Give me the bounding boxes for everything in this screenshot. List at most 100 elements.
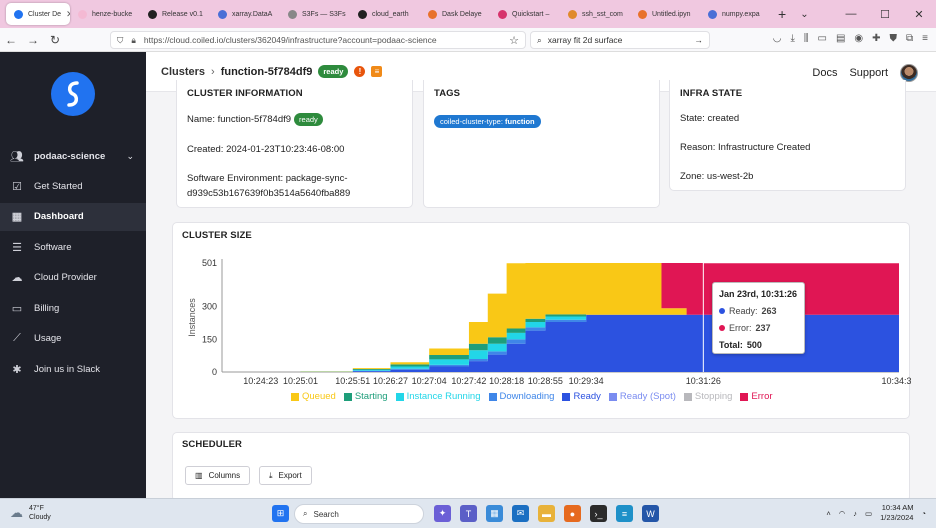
- sidebar-toggle-icon[interactable]: ▭: [817, 33, 826, 44]
- legend-item[interactable]: Stopping: [683, 391, 732, 402]
- legend-item[interactable]: Ready (Spot): [608, 391, 676, 402]
- browser-tab[interactable]: cloud_earth: [350, 3, 420, 25]
- trend-icon: ⟋: [13, 332, 21, 344]
- legend-item[interactable]: Downloading: [488, 391, 554, 402]
- breadcrumb-clusters[interactable]: Clusters: [161, 66, 205, 78]
- maximize-icon[interactable]: ☐: [868, 0, 902, 28]
- tab-label: xarray.DataA: [232, 10, 273, 18]
- reload-icon[interactable]: ↻: [44, 33, 66, 47]
- tab-label: numpy.expa: [722, 10, 760, 18]
- card-icon: ▭: [11, 302, 23, 315]
- legend-item[interactable]: Queued: [291, 391, 336, 402]
- pocket-icon[interactable]: ◡: [773, 33, 782, 44]
- browser-search-box[interactable]: ⌕ xarray fit 2d surface →: [530, 31, 710, 49]
- extension-icon[interactable]: ✚: [872, 33, 880, 44]
- browser-tab[interactable]: henze-bucke: [70, 3, 140, 25]
- cloud-icon: ☁: [11, 272, 23, 284]
- sidebar-item-join-us-in-slack[interactable]: ✱ Join us in Slack: [0, 355, 146, 383]
- sidebar-item-cloud-provider[interactable]: ☁ Cloud Provider: [0, 264, 146, 292]
- forward-icon[interactable]: →: [22, 33, 44, 47]
- legend-item[interactable]: Starting: [343, 391, 388, 402]
- bookmark-star-icon[interactable]: ☆: [509, 34, 519, 47]
- notifications-icon[interactable]: ◔: [921, 509, 926, 518]
- puzzle-icon[interactable]: ⧉: [906, 33, 913, 44]
- firefox-icon[interactable]: ●: [564, 505, 581, 522]
- taskbar-search-icon: ⌕: [303, 509, 308, 518]
- cluster-status-badge: ready: [294, 113, 323, 126]
- grid-icon: ▦: [11, 211, 23, 223]
- account-switcher[interactable]: 👥︎ podaac-science ⌄: [0, 142, 146, 170]
- new-tab-button[interactable]: +: [778, 6, 786, 22]
- search-go-icon[interactable]: →: [695, 35, 704, 45]
- legend-item[interactable]: Instance Running: [395, 391, 481, 402]
- url-bar[interactable]: ⛉ 🔒︎ https://cloud.coiled.io/clusters/36…: [110, 31, 526, 49]
- browser-tab[interactable]: Quickstart –: [490, 3, 560, 25]
- docs-link[interactable]: Docs: [812, 67, 837, 79]
- browser-tab[interactable]: Cluster De ✕: [6, 3, 70, 25]
- reader-icon[interactable]: ▤: [836, 33, 845, 44]
- weather-widget[interactable]: ☁ 47°F Cloudy: [10, 504, 51, 522]
- browser-tab[interactable]: numpy.expa: [700, 3, 770, 25]
- browser-tab[interactable]: S3Fs — S3Fs: [280, 3, 350, 25]
- list-tabs-icon[interactable]: ⌄: [800, 9, 808, 20]
- logs-icon[interactable]: ≡: [371, 66, 383, 77]
- browser-tab[interactable]: Dask Delaye: [420, 3, 490, 25]
- tag-value: function: [505, 117, 535, 126]
- export-icon: ⤓: [269, 470, 273, 480]
- columns-icon: ▥: [195, 471, 203, 480]
- browser-tab[interactable]: ssh_sst_com: [560, 3, 630, 25]
- windows-start-icon[interactable]: ⊞: [272, 505, 289, 522]
- wifi-icon[interactable]: ◠: [839, 509, 846, 518]
- clock-time: 10:34 AM: [881, 503, 914, 512]
- tab-favicon-icon: [14, 9, 23, 19]
- tray-chevron-icon[interactable]: ˄: [826, 509, 830, 518]
- support-link[interactable]: Support: [849, 67, 888, 79]
- browser-tab[interactable]: Untitled.ipyn: [630, 3, 700, 25]
- warning-icon[interactable]: !: [354, 66, 366, 77]
- minimize-icon[interactable]: —: [834, 0, 868, 28]
- x-tick-label: 10:27:04: [412, 376, 447, 386]
- back-icon[interactable]: ←: [0, 33, 22, 47]
- software-env-line-2[interactable]: d939c53b167639f0b3514a5640fba889: [187, 188, 350, 199]
- teams-icon[interactable]: T: [460, 505, 477, 522]
- tooltip-ready-label: Ready:: [729, 306, 758, 316]
- sidebar-item-get-started[interactable]: ☑ Get Started: [0, 172, 146, 200]
- sidebar-item-billing[interactable]: ▭ Billing: [0, 294, 146, 322]
- columns-label: Columns: [208, 471, 241, 480]
- terminal-icon[interactable]: ›_: [590, 505, 607, 522]
- account-icon[interactable]: ◉: [854, 33, 863, 44]
- tooltip-total-label: Total:: [719, 340, 743, 350]
- battery-icon[interactable]: ▭: [865, 509, 872, 518]
- store-icon[interactable]: ▦: [486, 505, 503, 522]
- columns-button[interactable]: ▥ Columns: [185, 466, 251, 485]
- close-window-icon[interactable]: ✕: [902, 0, 936, 28]
- infra-state-card: INFRA STATE State: created Reason: Infra…: [669, 80, 906, 191]
- download-icon[interactable]: ⤓: [790, 33, 794, 44]
- export-button[interactable]: ⤓ Export: [259, 466, 312, 485]
- legend-item[interactable]: Error: [740, 391, 773, 402]
- tooltip-total-value: 500: [746, 340, 762, 350]
- sidebar-item-usage[interactable]: ⟋ Usage: [0, 325, 146, 353]
- legend-label: Queued: [302, 391, 336, 402]
- taskbar-search[interactable]: ⌕ Search: [294, 504, 424, 524]
- volume-icon[interactable]: ♪: [853, 509, 857, 518]
- state-line: State: created: [680, 113, 740, 124]
- url-text: https://cloud.coiled.io/clusters/362049/…: [143, 35, 437, 45]
- shield-extension-icon[interactable]: ⛊: [890, 33, 898, 44]
- menu-icon[interactable]: ≡: [922, 33, 928, 44]
- browser-tab[interactable]: xarray.DataA: [210, 3, 280, 25]
- ready-dot-icon: [719, 308, 725, 314]
- sidebar-item-software[interactable]: ☰ Software: [0, 233, 146, 261]
- word-icon[interactable]: W: [642, 505, 659, 522]
- copilot-icon[interactable]: ✦: [434, 505, 451, 522]
- library-icon[interactable]: ⫼: [804, 33, 809, 44]
- coiled-logo-icon[interactable]: [51, 72, 95, 116]
- y-tick-label: 0: [212, 367, 217, 377]
- clock[interactable]: 10:34 AM 1/23/2024: [880, 503, 913, 523]
- file-explorer-icon[interactable]: ▬: [538, 505, 555, 522]
- sidebar-item-dashboard[interactable]: ▦ Dashboard: [0, 202, 146, 231]
- notepad-icon[interactable]: ≡: [616, 505, 633, 522]
- browser-tab[interactable]: Release v0.1: [140, 3, 210, 25]
- mail-icon[interactable]: ✉: [512, 505, 529, 522]
- legend-item[interactable]: Ready: [562, 391, 601, 402]
